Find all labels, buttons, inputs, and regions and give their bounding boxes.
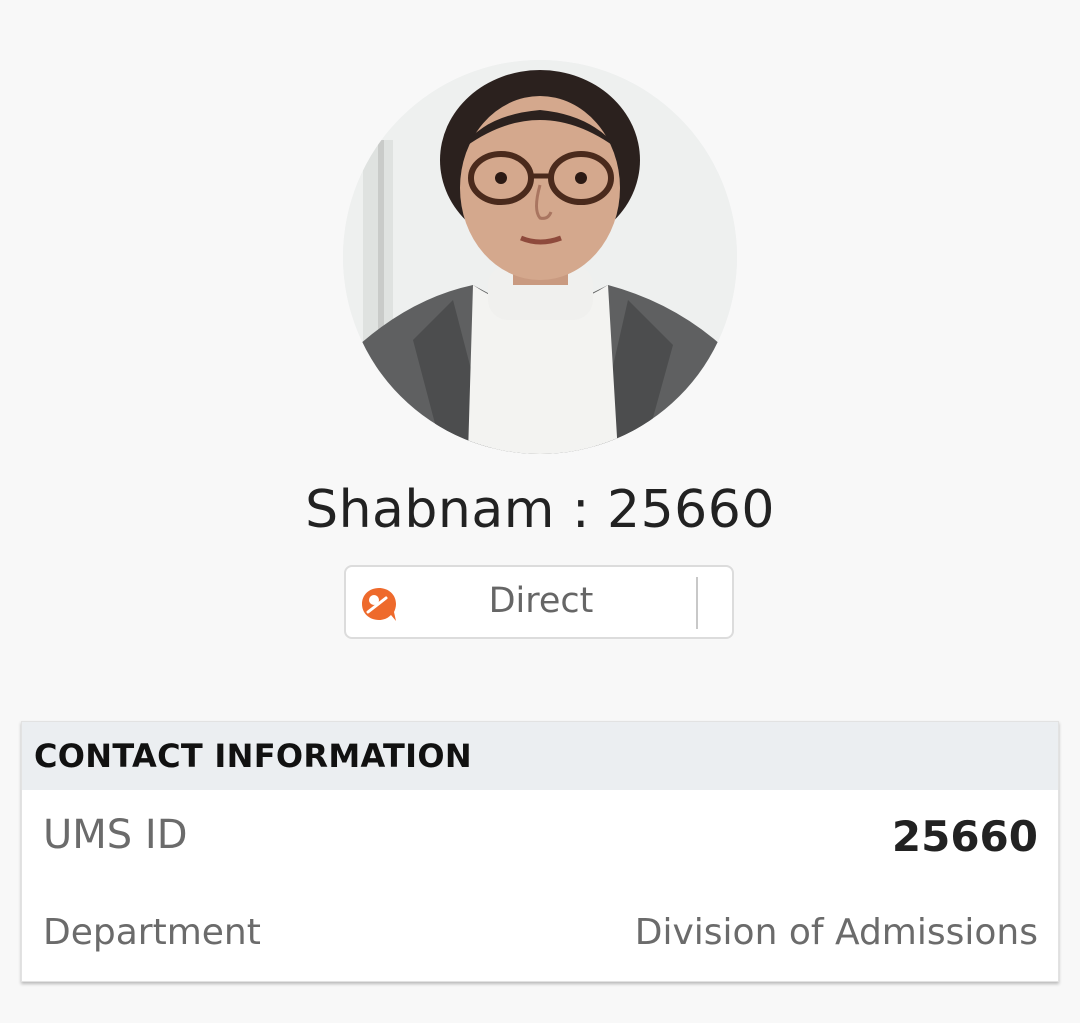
card-header: CONTACT INFORMATION	[22, 722, 1058, 790]
button-divider	[696, 577, 698, 629]
department-value: Division of Admissions	[634, 912, 1038, 953]
avatar-photo	[343, 60, 737, 454]
direct-button-label: Direct	[488, 581, 594, 621]
profile-avatar[interactable]	[343, 60, 737, 454]
contact-information-card: CONTACT INFORMATION UMS ID 25660 Departm…	[21, 721, 1059, 982]
direct-message-button[interactable]: Direct	[344, 565, 734, 639]
chat-bubble-icon	[360, 586, 398, 624]
department-label: Department	[43, 912, 261, 953]
contact-information-title: CONTACT INFORMATION	[34, 737, 472, 775]
profile-name-title: Shabnam : 25660	[305, 480, 775, 540]
ums-id-value: 25660	[891, 812, 1038, 861]
ums-id-label: UMS ID	[43, 812, 188, 858]
